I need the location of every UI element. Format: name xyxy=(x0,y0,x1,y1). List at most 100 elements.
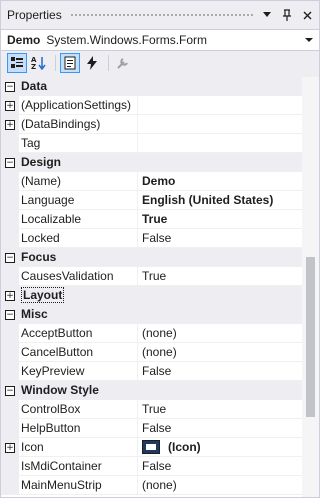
row-gutter[interactable]: − xyxy=(1,248,19,267)
property-value[interactable]: (none) xyxy=(138,324,319,343)
row-gutter xyxy=(1,324,19,343)
property-row[interactable]: CausesValidation True xyxy=(1,267,319,286)
categorized-icon[interactable] xyxy=(7,53,27,73)
drag-grip[interactable] xyxy=(69,12,253,18)
property-row[interactable]: MainMenuStrip (none) xyxy=(1,476,319,495)
label-text: Layout xyxy=(21,287,65,303)
category-row[interactable]: − Window Style xyxy=(1,381,319,400)
close-icon[interactable] xyxy=(299,7,315,23)
row-gutter[interactable]: + xyxy=(1,115,19,134)
property-name: MainMenuStrip xyxy=(19,476,138,495)
property-name: HelpButton xyxy=(19,419,138,438)
property-value[interactable]: False xyxy=(138,457,319,476)
scrollbar-thumb[interactable] xyxy=(306,257,315,417)
row-gutter[interactable]: + xyxy=(1,438,19,457)
collapse-icon[interactable]: − xyxy=(5,81,15,92)
property-row[interactable]: Tag xyxy=(1,134,319,153)
property-row[interactable]: + (DataBindings) xyxy=(1,115,319,134)
property-name: Localizable xyxy=(19,210,138,229)
property-row[interactable]: + Icon (Icon) xyxy=(1,438,319,457)
dropdown-icon[interactable] xyxy=(259,7,275,23)
row-gutter xyxy=(1,191,19,210)
property-value[interactable] xyxy=(138,115,319,134)
property-row[interactable]: + (ApplicationSettings) xyxy=(1,96,319,115)
property-value[interactable]: True xyxy=(138,400,319,419)
collapse-icon[interactable]: − xyxy=(5,385,15,396)
object-name: Demo xyxy=(7,33,41,47)
property-name: Icon xyxy=(19,438,138,457)
property-name: CausesValidation xyxy=(19,267,138,286)
property-value[interactable]: (none) xyxy=(138,343,319,362)
label-text: Focus xyxy=(21,250,57,264)
property-value[interactable]: True xyxy=(138,267,319,286)
label-text: Localizable xyxy=(21,212,82,226)
expand-icon[interactable]: + xyxy=(5,119,15,130)
property-value[interactable]: False xyxy=(138,229,319,248)
property-row[interactable]: ControlBox True xyxy=(1,400,319,419)
property-value[interactable]: (Icon) xyxy=(138,438,319,457)
label-text: Window Style xyxy=(21,383,99,397)
property-row[interactable]: CancelButton (none) xyxy=(1,343,319,362)
row-gutter xyxy=(1,457,19,476)
property-grid: − Data + (ApplicationSettings) + (DataBinding… xyxy=(1,77,319,497)
collapse-icon[interactable]: − xyxy=(5,252,15,263)
pin-icon[interactable] xyxy=(279,7,295,23)
row-gutter[interactable]: − xyxy=(1,77,19,96)
row-gutter[interactable]: + xyxy=(1,96,19,115)
property-value[interactable]: Demo xyxy=(138,172,319,191)
category-row[interactable]: − Design xyxy=(1,153,319,172)
property-row[interactable]: IsMdiContainer False xyxy=(1,457,319,476)
object-selector[interactable]: Demo System.Windows.Forms.Form xyxy=(1,29,319,51)
property-value[interactable]: False xyxy=(138,362,319,381)
property-row[interactable]: AcceptButton (none) xyxy=(1,324,319,343)
category-row[interactable]: + Layout xyxy=(1,286,319,305)
property-value[interactable] xyxy=(138,134,319,153)
row-gutter xyxy=(1,172,19,191)
value-text: False xyxy=(142,458,172,473)
title-bar[interactable]: Properties xyxy=(1,1,319,29)
category-label: Window Style xyxy=(19,381,219,400)
value-text: English (United States) xyxy=(142,192,274,207)
label-text: MainMenuStrip xyxy=(21,478,102,492)
property-value[interactable]: True xyxy=(138,210,319,229)
property-value[interactable] xyxy=(138,96,319,115)
category-row[interactable]: − Data xyxy=(1,77,319,96)
property-row[interactable]: Locked False xyxy=(1,229,319,248)
property-row[interactable]: Language English (United States) xyxy=(1,191,319,210)
collapse-icon[interactable]: − xyxy=(5,157,15,168)
category-row[interactable]: − Misc xyxy=(1,305,319,324)
label-text: (DataBindings) xyxy=(21,117,101,131)
property-pages-icon[interactable] xyxy=(113,53,133,73)
collapse-icon[interactable]: − xyxy=(5,309,15,320)
expand-icon[interactable]: + xyxy=(5,290,15,301)
row-gutter[interactable]: − xyxy=(1,305,19,324)
vertical-scrollbar[interactable] xyxy=(302,77,319,497)
category-row[interactable]: − Focus xyxy=(1,248,319,267)
property-row[interactable]: Localizable True xyxy=(1,210,319,229)
expand-icon[interactable]: + xyxy=(5,100,15,111)
property-value[interactable]: (none) xyxy=(138,476,319,495)
value-text: True xyxy=(142,268,167,283)
property-value[interactable]: English (United States) xyxy=(138,191,319,210)
property-row[interactable]: HelpButton False xyxy=(1,419,319,438)
row-gutter[interactable]: + xyxy=(1,286,19,305)
property-name: (ApplicationSettings) xyxy=(19,96,138,115)
chevron-down-icon[interactable] xyxy=(305,38,313,42)
property-row[interactable]: KeyPreview False xyxy=(1,362,319,381)
row-gutter xyxy=(1,267,19,286)
row-gutter xyxy=(1,134,19,153)
property-value[interactable]: False xyxy=(138,419,319,438)
events-icon[interactable] xyxy=(82,53,102,73)
alphabetical-icon[interactable]: A Z xyxy=(29,53,49,73)
property-row[interactable]: (Name) Demo xyxy=(1,172,319,191)
row-gutter[interactable]: − xyxy=(1,381,19,400)
property-name: (Name) xyxy=(19,172,138,191)
category-label: Layout xyxy=(19,286,219,305)
row-gutter[interactable]: − xyxy=(1,153,19,172)
property-name: (DataBindings) xyxy=(19,115,138,134)
value-text: (none) xyxy=(142,477,177,492)
property-name: ControlBox xyxy=(19,400,138,419)
properties-icon[interactable] xyxy=(60,53,80,73)
expand-icon[interactable]: + xyxy=(5,442,15,453)
svg-text:Z: Z xyxy=(31,63,36,70)
